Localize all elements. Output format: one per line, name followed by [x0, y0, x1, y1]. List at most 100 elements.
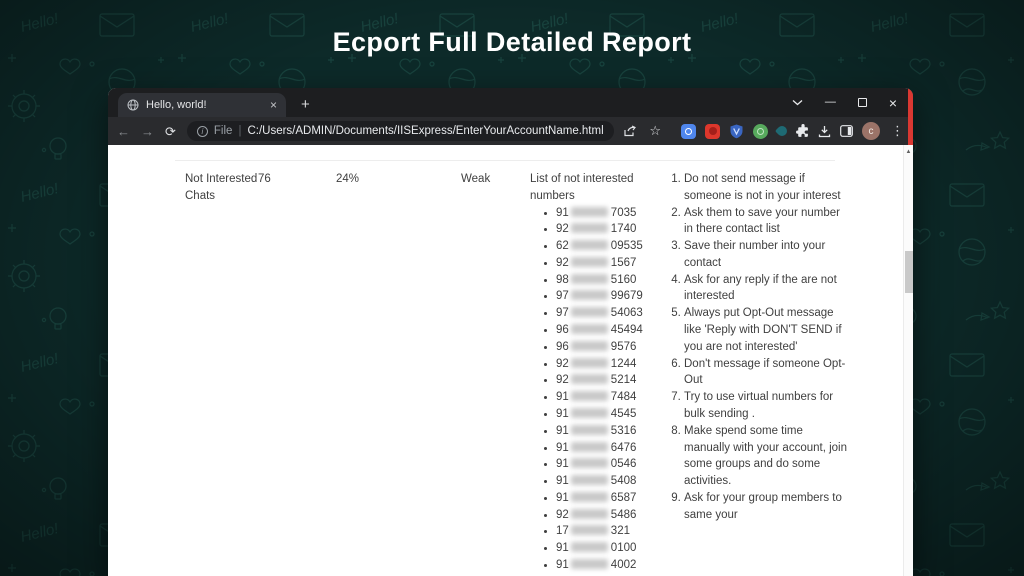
report-row-not-interested-chats: Not Interested Chats 76 24% Weak List of…	[108, 171, 913, 574]
tip-item: Ask for any reply if the are not interes…	[684, 272, 848, 306]
extensions-puzzle-icon[interactable]	[796, 124, 809, 138]
maximize-button[interactable]	[858, 98, 867, 107]
tips-column: Do not send message if someone is not in…	[670, 171, 848, 523]
redacted-digits	[571, 542, 608, 552]
row-label: Not Interested Chats	[185, 171, 258, 205]
tip-item: Make spend some time manually with your …	[684, 423, 848, 490]
tab-title: Hello, world!	[146, 99, 263, 111]
row-count: 76	[258, 171, 336, 188]
redacted-digits	[571, 240, 608, 250]
redacted-digits	[571, 559, 608, 569]
phone-number-item: 9754063	[556, 305, 670, 322]
shield-extension-icon[interactable]	[729, 124, 744, 139]
redacted-digits	[571, 324, 608, 334]
tip-item: Save their number into your contact	[684, 238, 848, 272]
phone-number-item: 9799679	[556, 288, 670, 305]
browser-tab[interactable]: Hello, world! ×	[118, 93, 286, 117]
phone-number-item: 914545	[556, 406, 670, 423]
teal-dot-extension-icon[interactable]	[775, 124, 789, 138]
browser-toolbar: ← → ⟳ i File | C:/Users/ADMIN/Documents/…	[108, 117, 913, 145]
redacted-digits	[571, 274, 608, 284]
phone-number-item: 921740	[556, 221, 670, 238]
page-scrollbar[interactable]: ▲	[903, 145, 913, 576]
tip-item: Ask for your group members to same your	[684, 490, 848, 524]
tip-item: Do not send message if someone is not in…	[684, 171, 848, 205]
bookmark-star-icon[interactable]: ☆	[649, 123, 661, 139]
new-tab-button[interactable]: +	[301, 97, 310, 112]
redacted-digits	[571, 207, 608, 217]
profile-avatar[interactable]: c	[862, 122, 880, 140]
tip-item: Don't message if someone Opt-Out	[684, 356, 848, 390]
minimize-button[interactable]: —	[825, 97, 836, 108]
redacted-digits	[571, 223, 608, 233]
green-extension-icon[interactable]	[753, 124, 768, 139]
phone-number-item: 915408	[556, 473, 670, 490]
redacted-digits	[571, 408, 608, 418]
browser-window: Hello, world! × + — × ← → ⟳ i File |	[108, 88, 913, 576]
phone-number-item: 921244	[556, 356, 670, 373]
tips-list: Do not send message if someone is not in…	[670, 171, 848, 523]
numbers-column: List of not interested numbers 917035 92…	[530, 171, 670, 574]
scrollbar-up-arrow[interactable]: ▲	[904, 148, 913, 157]
phone-number-item: 925214	[556, 372, 670, 389]
phone-number-item: 921567	[556, 255, 670, 272]
redacted-digits	[571, 290, 608, 300]
redacted-digits	[571, 341, 608, 351]
chevron-down-icon[interactable]	[792, 99, 803, 106]
not-interested-numbers-list: 917035 921740 6209535 921567 985160 9799…	[530, 205, 670, 574]
phone-number-item: 985160	[556, 272, 670, 289]
phone-number-item: 916476	[556, 440, 670, 457]
window-controls: — ×	[792, 88, 897, 117]
redacted-digits	[571, 475, 608, 485]
phone-number-item: 915316	[556, 423, 670, 440]
redacted-digits	[571, 358, 608, 368]
phone-number-item: 925486	[556, 507, 670, 524]
tip-item: Always put Opt-Out message like 'Reply w…	[684, 305, 848, 355]
redacted-digits	[571, 257, 608, 267]
tip-item: Try to use virtual numbers for bulk send…	[684, 389, 848, 423]
back-button[interactable]: ←	[117, 125, 130, 138]
phone-number-item: 969576	[556, 339, 670, 356]
screenshot-stage: Hello! Ecport Full Detailed Report	[0, 0, 1024, 576]
phone-number-item: 916587	[556, 490, 670, 507]
redacted-digits	[571, 442, 608, 452]
video-capture-extension-icon[interactable]	[681, 124, 696, 139]
address-bar[interactable]: i File | C:/Users/ADMIN/Documents/IISExp…	[187, 121, 614, 141]
redacted-digits	[571, 458, 608, 468]
page-info-icon[interactable]: i	[197, 126, 208, 137]
reload-button[interactable]: ⟳	[165, 125, 176, 138]
redacted-digits	[571, 374, 608, 384]
download-icon[interactable]	[818, 125, 831, 138]
phone-number-item: 917035	[556, 205, 670, 222]
side-panel-icon[interactable]	[840, 125, 853, 137]
phone-number-item: 9645494	[556, 322, 670, 339]
window-close-button[interactable]: ×	[889, 96, 897, 110]
tab-close-icon[interactable]: ×	[270, 99, 277, 111]
phone-number-item: 914002	[556, 557, 670, 574]
redacted-digits	[571, 492, 608, 502]
extensions-row: c ⋮	[681, 122, 904, 140]
redacted-digits	[571, 525, 608, 535]
share-icon[interactable]	[624, 125, 637, 137]
red-extension-icon[interactable]	[705, 124, 720, 139]
tip-item: Ask them to save your number in there co…	[684, 205, 848, 239]
recording-edge-strip	[908, 88, 913, 145]
page-title: Ecport Full Detailed Report	[0, 27, 1024, 58]
phone-number-item: 910100	[556, 540, 670, 557]
url-path: C:/Users/ADMIN/Documents/IISExpress/Ente…	[247, 125, 603, 137]
row-strength: Weak	[461, 171, 530, 188]
phone-number-item: 17321	[556, 523, 670, 540]
redacted-digits	[571, 509, 608, 519]
numbers-list-title: List of not interested numbers	[530, 171, 670, 205]
phone-number-item: 917484	[556, 389, 670, 406]
globe-favicon-icon	[127, 99, 139, 111]
row-percent: 24%	[336, 171, 461, 188]
browser-menu-icon[interactable]: ⋮	[891, 123, 904, 139]
redacted-digits	[571, 391, 608, 401]
scrollbar-thumb[interactable]	[905, 251, 913, 293]
url-scheme: File	[214, 125, 233, 137]
redacted-digits	[571, 425, 608, 435]
forward-button[interactable]: →	[141, 125, 154, 138]
tab-strip: Hello, world! × + — ×	[108, 88, 913, 117]
phone-number-item: 6209535	[556, 238, 670, 255]
